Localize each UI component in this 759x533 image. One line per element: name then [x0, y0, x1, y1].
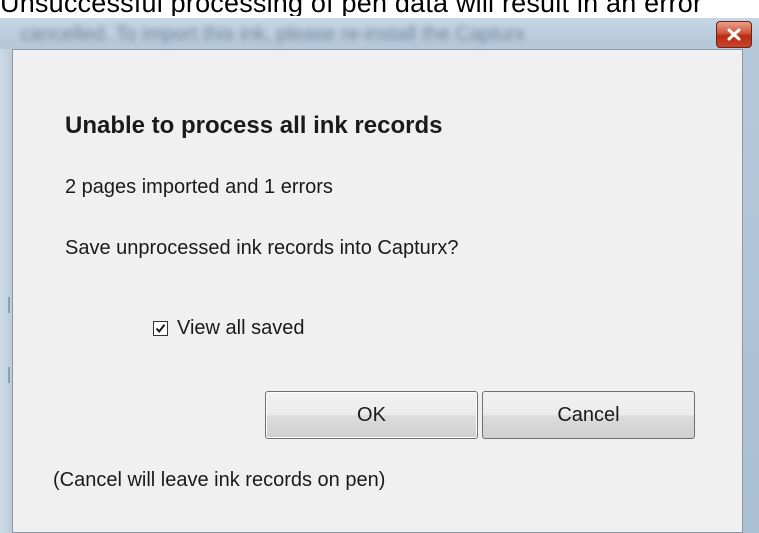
view-all-saved-checkbox[interactable] — [153, 321, 168, 336]
background-document-text: Unsuccessful processing of pen data will… — [0, 0, 703, 16]
title-text: cancelled. To import this ink, please re… — [20, 23, 526, 45]
dialog-content: Unable to process all ink records 2 page… — [12, 49, 743, 533]
question-text: Save unprocessed ink records into Captur… — [65, 237, 459, 259]
view-all-saved-checkbox-row[interactable]: View all saved — [153, 317, 304, 340]
checkbox-label: View all saved — [177, 317, 305, 339]
frame-tick — [8, 367, 10, 383]
cancel-note: (Cancel will leave ink records on pen) — [53, 469, 386, 491]
frame-tick — [8, 297, 10, 313]
dialog-heading: Unable to process all ink records — [65, 112, 443, 139]
title-bar[interactable]: cancelled. To import this ink, please re… — [0, 18, 759, 49]
ok-button[interactable]: OK — [265, 391, 478, 439]
close-button[interactable] — [716, 21, 752, 48]
close-icon — [727, 28, 741, 41]
cancel-button[interactable]: Cancel — [482, 391, 695, 439]
dialog-window: cancelled. To import this ink, please re… — [0, 18, 759, 533]
checkmark-icon — [155, 324, 166, 334]
window-frame-left — [0, 49, 12, 533]
status-text: 2 pages imported and 1 errors — [65, 176, 333, 198]
